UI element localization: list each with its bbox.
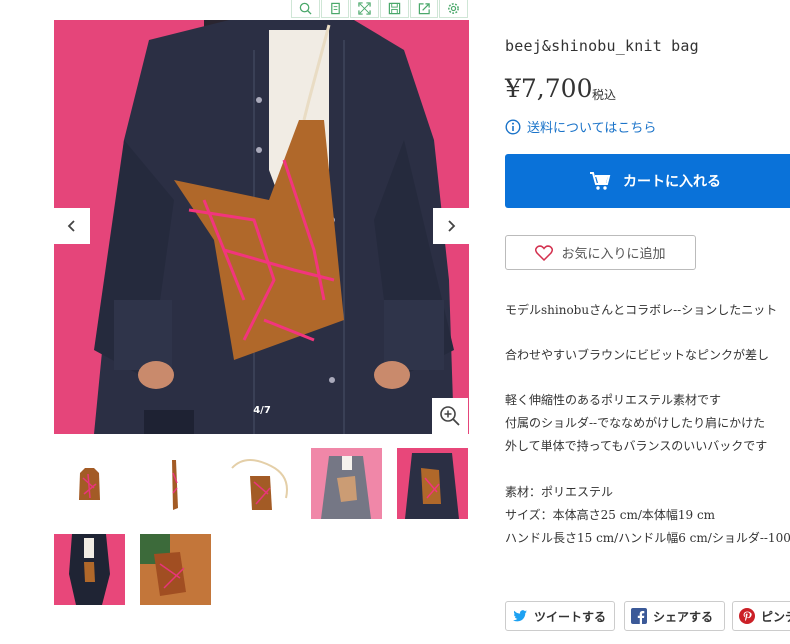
toolbar-search-button[interactable] xyxy=(291,0,320,18)
description-line: 付属のショルダ--でななめがけしたり肩にかけた xyxy=(505,416,766,430)
thumbnail-6[interactable] xyxy=(54,534,125,605)
zoom-in-icon xyxy=(440,406,460,426)
facebook-icon xyxy=(631,608,647,624)
add-to-cart-button[interactable]: カートに入れる xyxy=(505,154,790,208)
gear-icon xyxy=(448,3,460,14)
facebook-share-label: シェアする xyxy=(653,609,714,624)
pinterest-label: ピンテ xyxy=(761,609,790,624)
chevron-left-icon xyxy=(67,220,75,232)
main-product-image[interactable] xyxy=(54,20,469,434)
description-line: モデルshinobuさんとコラボレ--ションしたニット xyxy=(505,303,778,317)
description-line: 軽く伸縮性のあるポリエステル素材です xyxy=(505,393,722,407)
thumbnail-1[interactable] xyxy=(54,448,125,519)
description-line: 合わせやすいブラウンにビビットなピンクが差し xyxy=(505,348,770,362)
facebook-share-button[interactable]: シェアする xyxy=(624,601,725,631)
thumbnail-3[interactable] xyxy=(226,448,297,519)
product-title: beej&shinobu_knit bag xyxy=(505,37,699,55)
tweet-button[interactable]: ツイートする xyxy=(505,601,615,631)
info-icon xyxy=(505,118,521,135)
prev-image-button[interactable] xyxy=(54,208,90,244)
chevron-right-icon xyxy=(448,220,456,232)
toolbar-expand-button[interactable] xyxy=(350,0,380,18)
expand-icon xyxy=(358,2,371,15)
pinterest-icon xyxy=(739,608,755,624)
toolbar-settings-button[interactable] xyxy=(439,0,469,18)
next-image-button[interactable] xyxy=(433,208,469,244)
tax-label: 税込 xyxy=(592,88,617,102)
thumbnail-5[interactable] xyxy=(397,448,468,519)
thumbnail-2[interactable] xyxy=(140,448,211,519)
search-icon xyxy=(299,2,312,15)
shipping-info-link[interactable]: 送料についてはこちら xyxy=(505,117,656,136)
cart-button-label: カートに入れる xyxy=(623,174,721,190)
toolbar-save-button[interactable] xyxy=(380,0,409,18)
description-line: ハンドル長さ15 cm/ハンドル幅6 cm/ショルダ--100 xyxy=(505,531,790,545)
twitter-bird-icon xyxy=(513,610,527,622)
favorite-button-label: お気に入りに追加 xyxy=(561,247,666,262)
toolbar-copy-button[interactable] xyxy=(320,0,350,18)
toolbar-share-out-button[interactable] xyxy=(409,0,439,18)
description-line: 素材：ポリエステル xyxy=(505,485,614,499)
pinterest-button[interactable]: ピンテ xyxy=(732,601,790,631)
image-toolbar xyxy=(291,0,469,18)
shipping-link-label: 送料についてはこちら xyxy=(527,121,657,136)
description-line: 外して単体で持ってもバランスのいいバックです xyxy=(505,439,768,453)
thumbnail-4-active[interactable] xyxy=(311,448,382,519)
share-out-icon xyxy=(418,3,430,15)
product-price: ¥7,700 xyxy=(505,74,593,103)
heart-icon xyxy=(535,244,554,261)
zoom-button[interactable] xyxy=(432,398,468,434)
copy-icon xyxy=(330,2,340,15)
image-counter: 4/7 xyxy=(253,405,271,416)
tweet-label: ツイートする xyxy=(534,609,607,624)
add-to-favorites-button[interactable]: お気に入りに追加 xyxy=(505,235,696,270)
save-icon xyxy=(388,2,401,15)
cart-icon xyxy=(590,172,611,190)
description-line: サイズ：本体高さ25 cm/本体幅19 cm xyxy=(505,508,716,522)
thumbnail-7[interactable] xyxy=(140,534,211,605)
